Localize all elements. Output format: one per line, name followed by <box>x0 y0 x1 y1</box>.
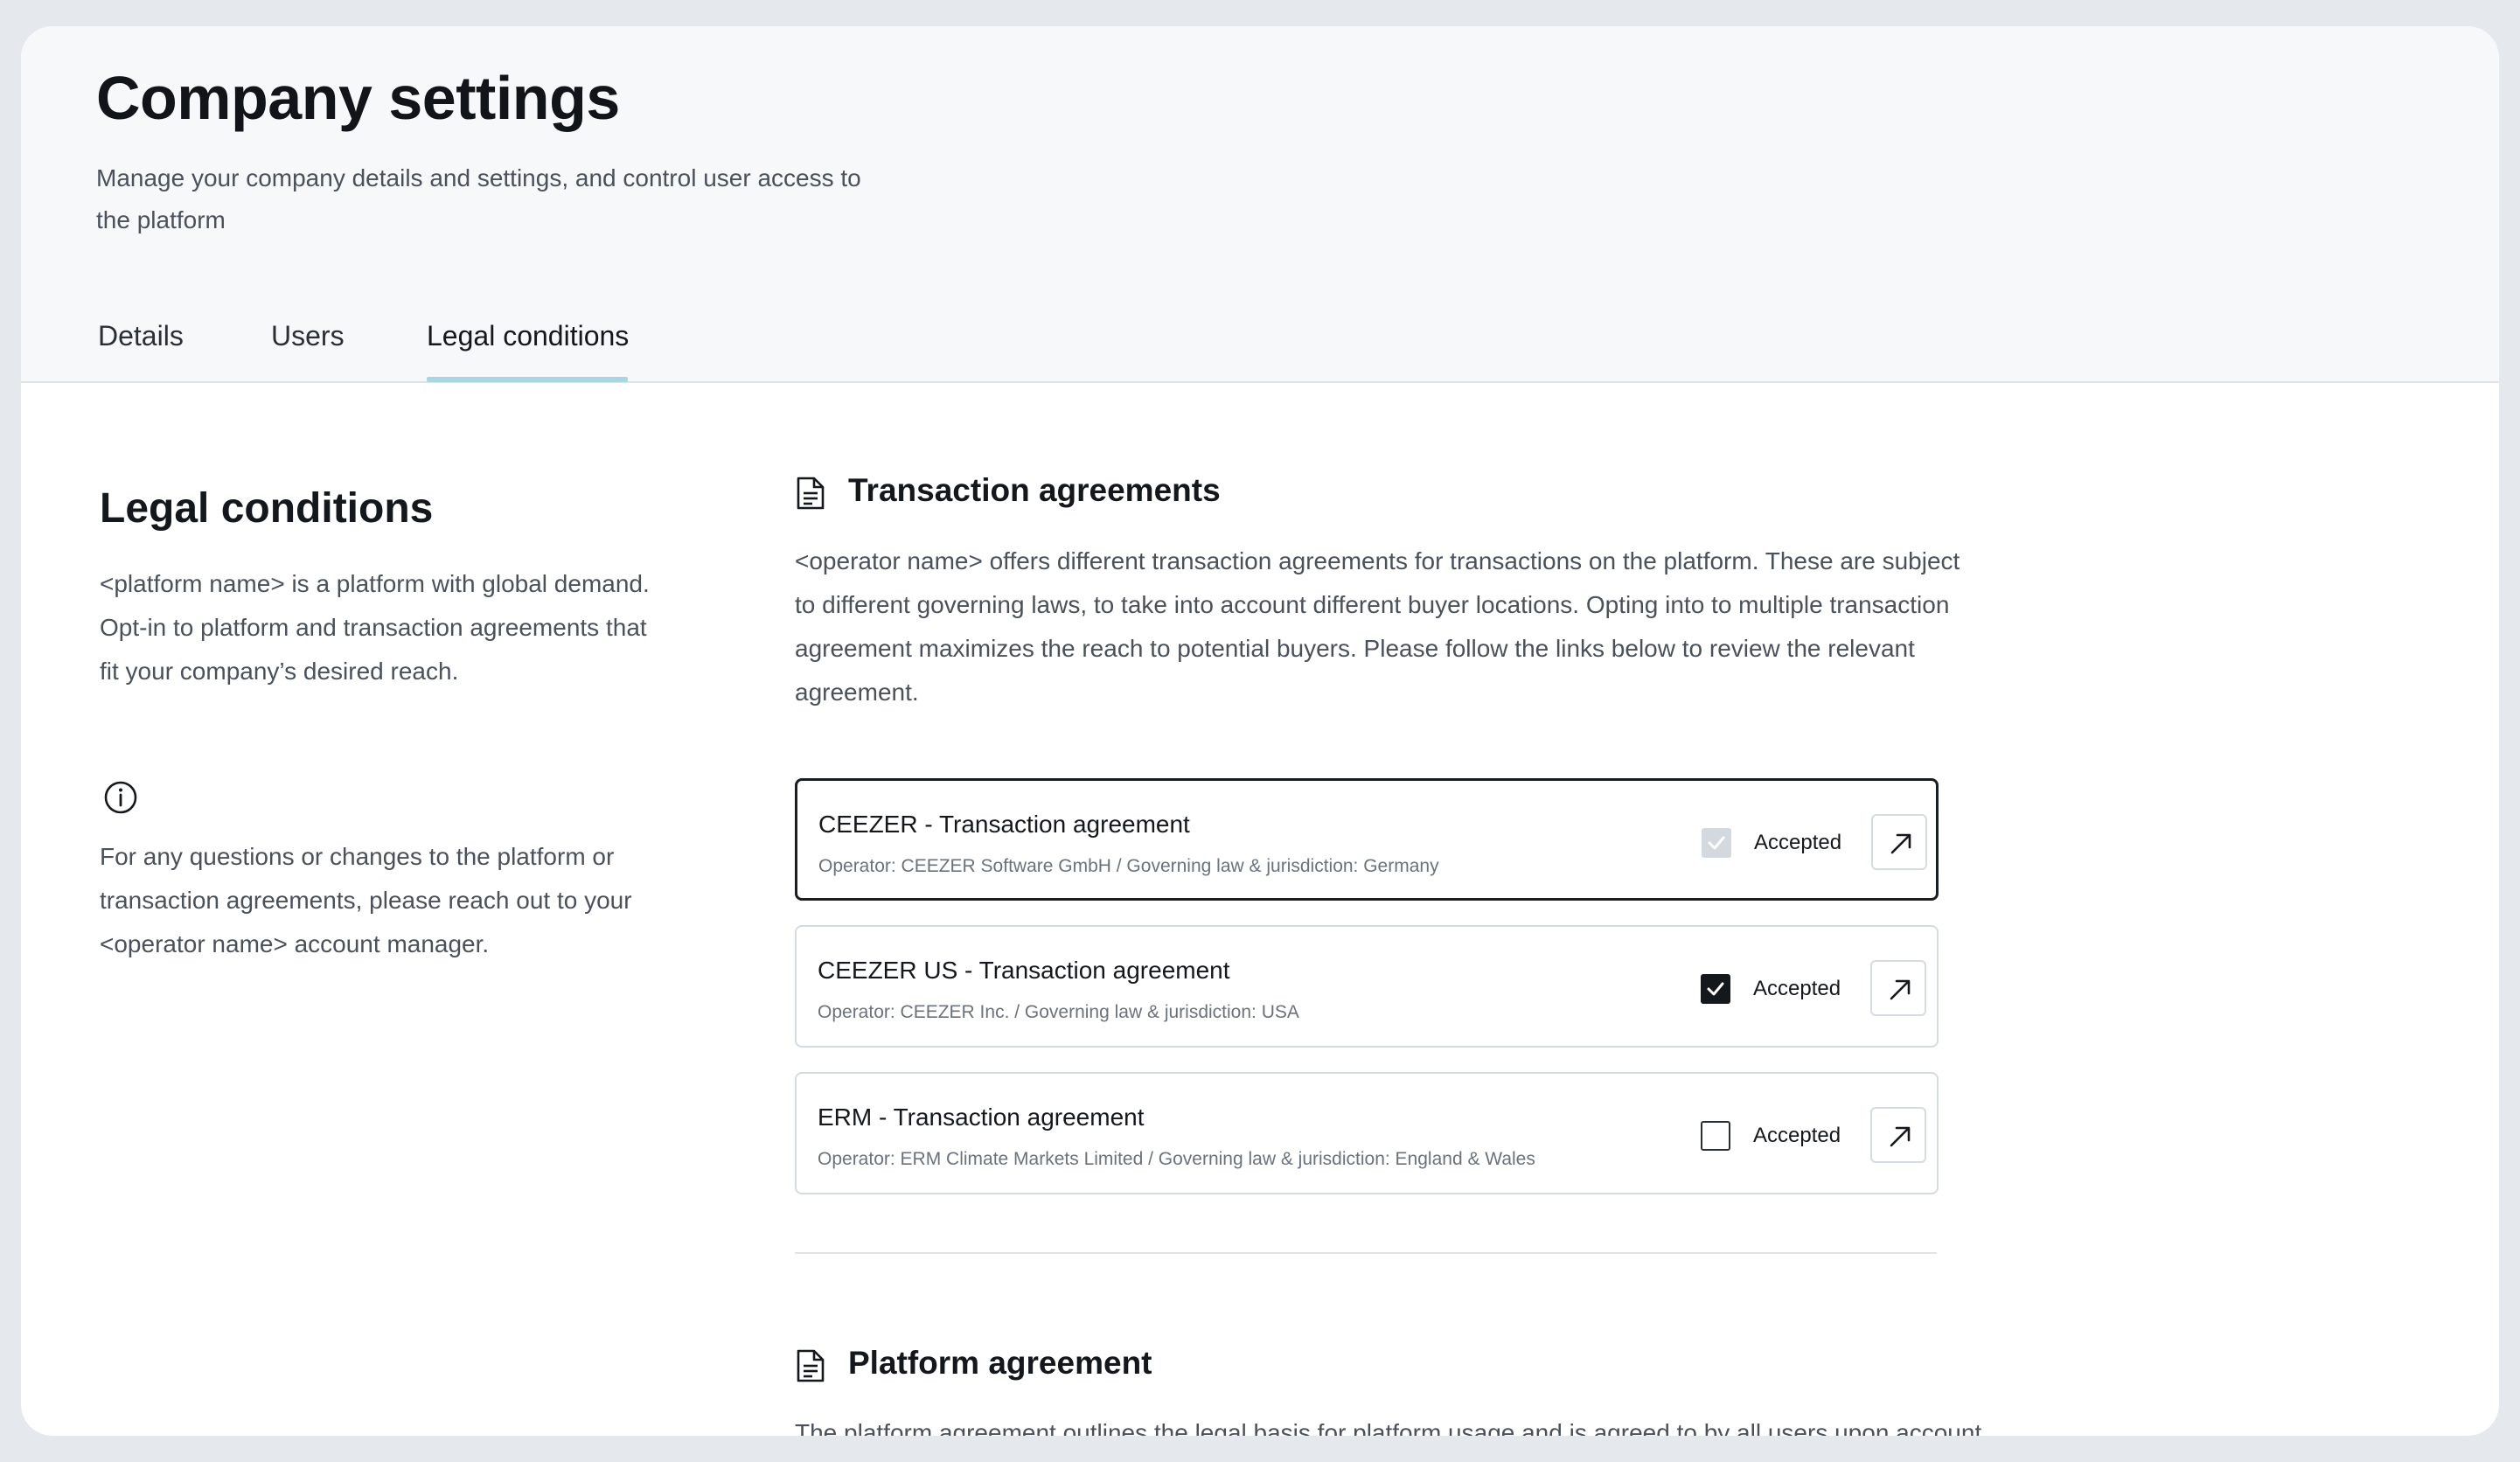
active-tab-indicator <box>427 377 628 382</box>
document-icon <box>797 1349 825 1382</box>
tab-users[interactable]: Users <box>271 320 345 352</box>
checkmark-icon <box>1707 982 1724 996</box>
document-icon <box>797 477 825 510</box>
checkmark-icon <box>1708 836 1725 850</box>
tab-details[interactable]: Details <box>98 320 184 352</box>
agreement-title: ERM - Transaction agreement <box>818 1103 1145 1131</box>
accepted-checkbox[interactable] <box>1701 1121 1730 1151</box>
page-subtitle: Manage your company details and settings… <box>96 164 861 233</box>
agreement-card-ceezer-us: CEEZER US - Transaction agreement Operat… <box>795 925 1939 1048</box>
accepted-label: Accepted <box>1753 977 1841 1000</box>
platform-agreement-heading: Platform agreement <box>848 1345 1152 1381</box>
section-divider <box>795 1252 1937 1254</box>
legal-conditions-intro: <platform name> is a platform with globa… <box>100 570 650 685</box>
agreement-card-erm: ERM - Transaction agreement Operator: ER… <box>795 1072 1939 1194</box>
agreement-title: CEEZER US - Transaction agreement <box>818 957 1230 984</box>
legal-conditions-info-text: For any questions or changes to the plat… <box>100 843 632 957</box>
agreement-subtitle: Operator: CEEZER Software GmbH / Governi… <box>818 856 1439 876</box>
agreement-subtitle: Operator: ERM Climate Markets Limited / … <box>818 1149 1535 1169</box>
arrow-up-right-icon <box>1890 833 1911 854</box>
page-header: Company settings Manage your company det… <box>21 26 2499 383</box>
settings-window: Company settings Manage your company det… <box>21 26 2499 1436</box>
accepted-checkbox[interactable] <box>1701 974 1730 1004</box>
open-agreement-button[interactable] <box>1870 1107 1926 1163</box>
transaction-agreements-heading: Transaction agreements <box>848 472 1221 508</box>
open-agreement-button[interactable] <box>1870 960 1926 1016</box>
agreement-subtitle: Operator: CEEZER Inc. / Governing law & … <box>818 1002 1299 1022</box>
agreement-card-ceezer: CEEZER - Transaction agreement Operator:… <box>795 778 1939 901</box>
tab-legal-conditions[interactable]: Legal conditions <box>427 320 629 352</box>
accepted-label: Accepted <box>1754 831 1842 854</box>
info-circle-icon <box>104 781 137 814</box>
arrow-up-right-icon <box>1890 979 1911 1000</box>
agreement-title: CEEZER - Transaction agreement <box>818 811 1190 838</box>
legal-conditions-heading: Legal conditions <box>100 485 434 532</box>
arrow-up-right-icon <box>1890 1126 1911 1147</box>
accepted-checkbox[interactable] <box>1702 828 1731 858</box>
accepted-label: Accepted <box>1753 1124 1841 1147</box>
transaction-agreements-description: <operator name> offers different transac… <box>795 547 1960 706</box>
open-agreement-button[interactable] <box>1871 814 1927 870</box>
platform-agreement-description: The platform agreement outlines the lega… <box>795 1419 1982 1436</box>
page-title: Company settings <box>96 64 620 132</box>
